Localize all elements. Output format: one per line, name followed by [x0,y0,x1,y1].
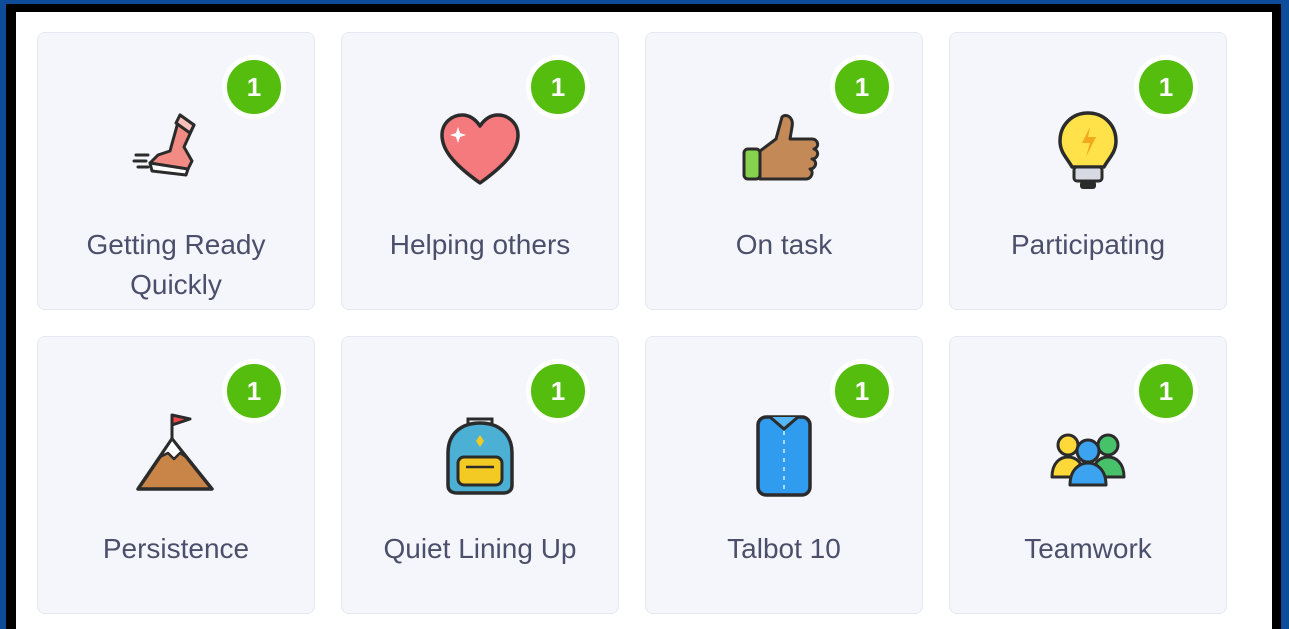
skill-card-persistence[interactable]: 1 Persistence [37,336,315,614]
skill-card-helping-others[interactable]: 1 Helping others [341,32,619,310]
skills-grid: 1 Getting Ready Quickly 1 Helping others [37,32,1227,614]
skill-label: Persistence [48,529,304,569]
skill-count-badge: 1 [222,55,286,119]
skill-label: Quiet Lining Up [352,529,608,569]
running-shoe-icon [128,103,224,199]
skill-label: Helping others [352,225,608,265]
thumbs-up-icon [736,103,832,199]
skill-label-line1: On task [735,229,833,260]
skill-label-line1: Persistence [102,533,250,564]
skill-count-badge: 1 [1134,359,1198,423]
backpack-icon [432,407,528,503]
skills-panel: 1 Getting Ready Quickly 1 Helping others [16,12,1272,629]
skill-label-line1: Participating [1010,229,1166,260]
skill-card-on-task[interactable]: 1 On task [645,32,923,310]
mountain-flag-icon [128,407,224,503]
skill-label-line1: Helping others [389,229,571,260]
skill-card-teamwork[interactable]: 1 Teamwork [949,336,1227,614]
team-icon [1040,407,1136,503]
shirt-icon [736,407,832,503]
skill-label: Getting Ready Quickly [48,225,304,305]
skill-count-badge: 1 [526,55,590,119]
skill-label-line2: Quickly [130,269,222,300]
skill-card-getting-ready-quickly[interactable]: 1 Getting Ready Quickly [37,32,315,310]
skill-count-badge: 1 [830,55,894,119]
lightbulb-icon [1040,103,1136,199]
skill-label: Talbot 10 [656,529,912,569]
heart-icon [432,103,528,199]
skill-label: Participating [960,225,1216,265]
skill-count-badge: 1 [830,359,894,423]
skill-label: Teamwork [960,529,1216,569]
skill-count-badge: 1 [1134,55,1198,119]
skill-label-line1: Talbot 10 [727,533,841,564]
skill-card-talbot-10[interactable]: 1 Talbot 10 [645,336,923,614]
skill-card-participating[interactable]: 1 Participating [949,32,1227,310]
skill-label: On task [656,225,912,265]
skill-count-badge: 1 [526,359,590,423]
skill-label-line1: Teamwork [1024,533,1152,564]
skill-label-line1: Getting Ready [86,229,266,260]
skill-label-line1: Quiet Lining Up [383,533,577,564]
skill-count-badge: 1 [222,359,286,423]
skill-card-quiet-lining-up[interactable]: 1 Quiet Lining Up [341,336,619,614]
